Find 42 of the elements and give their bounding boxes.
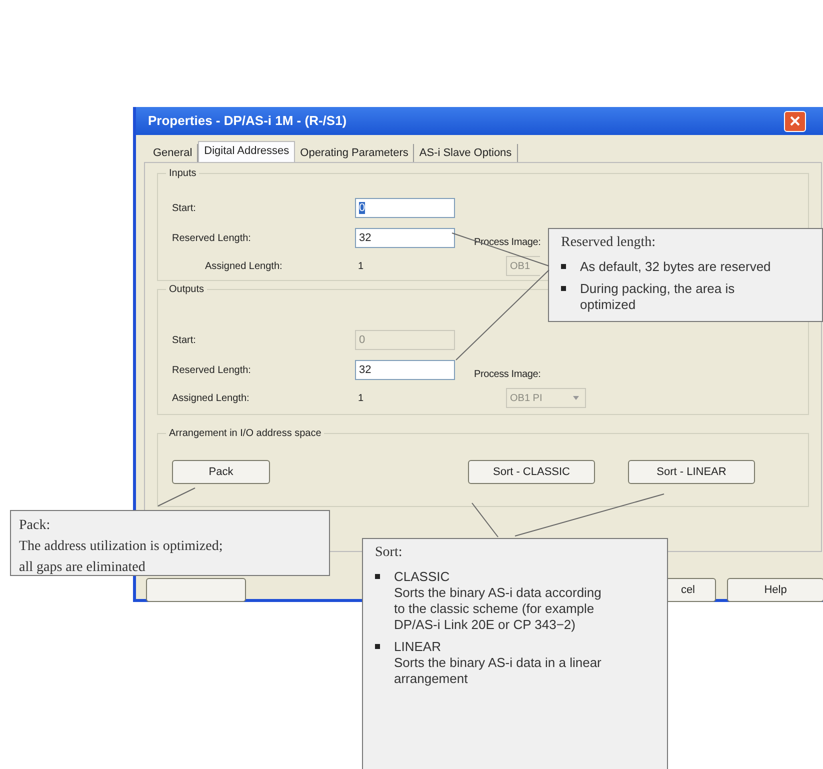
- input-field[interactable]: 0: [355, 198, 455, 218]
- tab[interactable]: AS-i Slave Options: [414, 144, 518, 162]
- bullet-text: Sorts the binary AS-i data in a linear arrangement: [394, 655, 602, 687]
- callout-title: Reserved length:: [561, 234, 656, 252]
- field-label: Assigned Length:: [204, 260, 282, 274]
- leader-line: [158, 488, 196, 506]
- field-value: 1: [357, 392, 364, 406]
- arrange-button[interactable]: Sort - CLASSIC: [468, 460, 595, 484]
- arrange-button[interactable]: Sort - LINEAR: [628, 460, 755, 484]
- dialog-button[interactable]: Help: [727, 578, 823, 602]
- callout-title: Sort:: [375, 544, 404, 562]
- arrange-button[interactable]: Pack: [172, 460, 270, 484]
- leader-line: [472, 502, 498, 538]
- input-field[interactable]: 32: [355, 360, 455, 380]
- field-label: Assigned Length:: [172, 392, 250, 406]
- field-label: Start:: [172, 334, 196, 348]
- group-title: Outputs: [166, 282, 208, 297]
- window-title: Properties - DP/AS-i 1M - (R-/S1): [148, 112, 347, 130]
- field-label: Start:: [172, 202, 196, 216]
- group-title: Arrangement in I/O address space: [166, 426, 324, 441]
- bullet-icon: [561, 264, 566, 269]
- bullet-heading: CLASSIC: [394, 569, 451, 585]
- bullet-icon: [375, 574, 380, 579]
- field-label: Process Image:: [474, 368, 541, 382]
- callout-text: all gaps are eliminated: [19, 559, 146, 577]
- field-value: 1: [357, 260, 364, 274]
- bullet-icon: [561, 286, 566, 291]
- bullet-heading: LINEAR: [394, 639, 442, 655]
- bullet-text: As default, 32 bytes are reserved: [580, 259, 771, 275]
- tab[interactable]: Digital Addresses: [198, 141, 296, 162]
- callout-title: Pack:: [19, 517, 52, 535]
- field-label: Reserved Length:: [172, 364, 251, 378]
- bullet-text: Sorts the binary AS-i data according to the classic scheme (for example DP/AS-i Link 20E or CP 343−2): [394, 585, 602, 633]
- dialog-button[interactable]: [146, 578, 246, 602]
- tab[interactable]: Operating Parameters: [295, 144, 414, 162]
- input-field[interactable]: 32: [355, 228, 455, 248]
- bullet-text: During packing, the area is optimized: [580, 281, 736, 313]
- group-title: Inputs: [166, 166, 200, 181]
- bullet-icon: [375, 644, 380, 649]
- callout-text: The address utilization is optimized;: [19, 538, 224, 556]
- field-label: Reserved Length:: [172, 232, 251, 246]
- close-icon[interactable]: [784, 110, 806, 132]
